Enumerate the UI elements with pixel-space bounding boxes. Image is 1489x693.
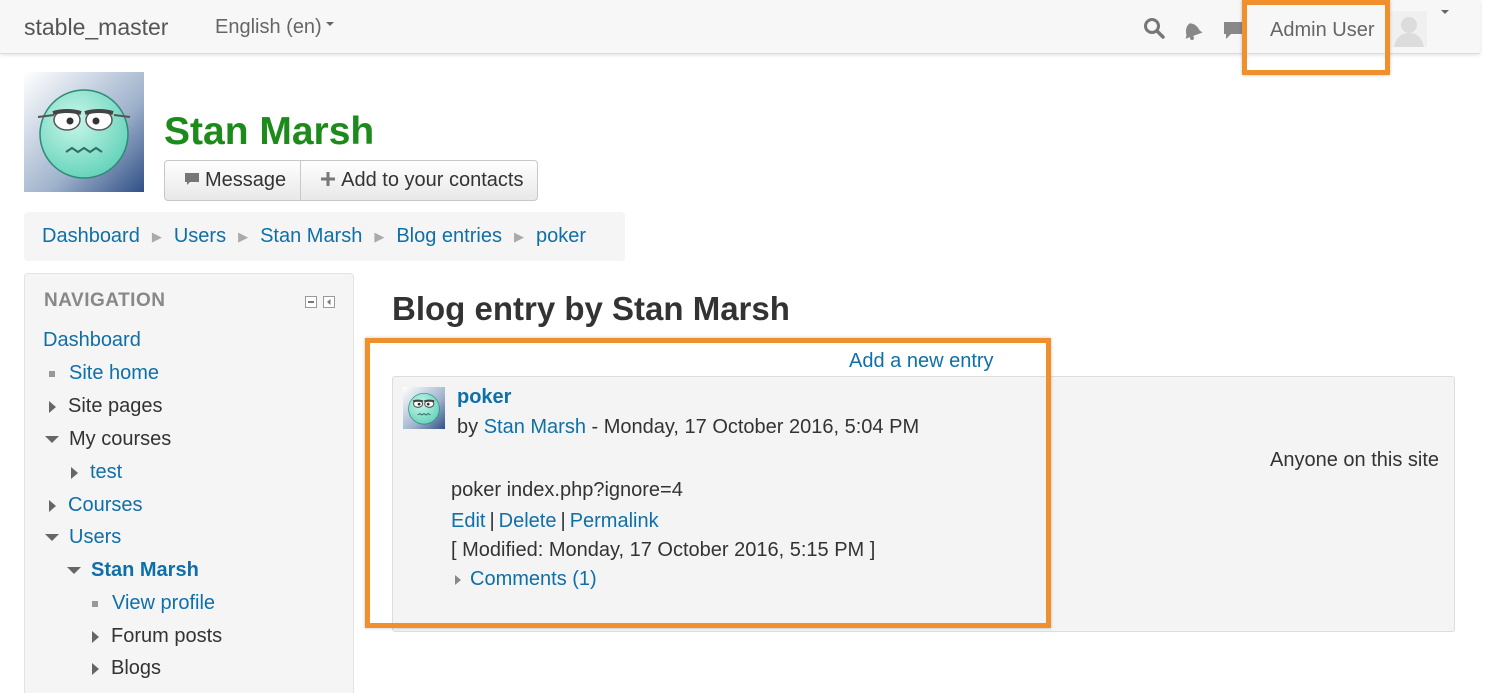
profile-actions: Message Add to your contacts	[164, 160, 539, 201]
dock-icon[interactable]	[323, 296, 335, 308]
entry-audience: Anyone on this site	[1270, 449, 1439, 471]
nav-item-users[interactable]: Users	[45, 526, 121, 549]
nav-item-label[interactable]: Dashboard	[43, 329, 141, 352]
expand-arrow-icon[interactable]	[49, 499, 56, 512]
breadcrumb-stan-marsh[interactable]: Stan Marsh	[260, 225, 362, 248]
nav-item-site-home[interactable]: Site home	[49, 362, 159, 385]
nav-item-label[interactable]: Stan Marsh	[91, 559, 199, 582]
breadcrumb-poker[interactable]: poker	[536, 225, 586, 248]
nav-item-label: Site pages	[68, 395, 163, 417]
nav-item-label: Forum posts	[111, 625, 223, 647]
profile-picture	[24, 72, 144, 192]
nav-item-courses[interactable]: Courses	[49, 494, 142, 517]
breadcrumb-users[interactable]: Users	[174, 225, 226, 248]
language-label: English (en)	[215, 16, 322, 38]
user-avatar[interactable]	[1391, 11, 1427, 47]
expand-arrow-icon[interactable]	[92, 630, 99, 643]
message-button-label: Message	[205, 169, 287, 191]
nav-item-label[interactable]: View profile	[112, 592, 215, 615]
add-contact-button[interactable]: Add to your contacts	[300, 161, 537, 200]
nav-item-label[interactable]: test	[90, 461, 122, 484]
nav-item-stan-marsh[interactable]: Stan Marsh	[67, 559, 199, 582]
comment-icon	[185, 171, 199, 191]
profile-name: Stan Marsh	[164, 110, 375, 153]
expand-arrow-icon[interactable]	[71, 466, 78, 479]
nav-item-test[interactable]: test	[71, 461, 122, 484]
nav-item-forum-posts[interactable]: Forum posts	[92, 625, 222, 648]
site-brand[interactable]: stable_master	[24, 14, 168, 41]
expand-arrow-icon[interactable]	[49, 400, 56, 413]
navigation-block-title: NAVIGATION	[44, 290, 166, 311]
collapse-icon[interactable]	[305, 296, 317, 308]
collapse-arrow-icon[interactable]	[67, 567, 81, 574]
highlight-box-user	[1242, 0, 1390, 75]
navigation-block: NAVIGATION Dashboard Site home Site page…	[24, 273, 354, 693]
breadcrumb-blog-entries[interactable]: Blog entries	[396, 225, 502, 248]
nav-item-label[interactable]: Users	[69, 526, 121, 549]
breadcrumb-separator-icon: ▶	[151, 228, 162, 244]
bullet-icon	[49, 370, 55, 377]
nav-item-label: My courses	[69, 428, 172, 450]
plus-icon	[321, 171, 336, 191]
collapse-arrow-icon[interactable]	[45, 534, 59, 541]
highlight-box-entry	[365, 338, 1051, 628]
language-menu[interactable]: English (en)	[215, 16, 334, 39]
nav-item-view-profile[interactable]: View profile	[92, 592, 215, 615]
nav-item-dashboard[interactable]: Dashboard	[43, 329, 141, 352]
page-heading: Blog entry by Stan Marsh	[392, 290, 790, 327]
nav-item-label: Blogs	[111, 657, 162, 679]
bell-icon[interactable]	[1181, 19, 1203, 47]
nav-item-my-courses[interactable]: My courses	[45, 428, 171, 451]
collapse-arrow-icon[interactable]	[45, 436, 59, 443]
add-contact-button-label: Add to your contacts	[341, 169, 524, 191]
nav-item-blogs[interactable]: Blogs	[92, 657, 161, 680]
breadcrumb-separator-icon: ▶	[374, 228, 385, 244]
expand-arrow-icon[interactable]	[92, 662, 99, 675]
nav-item-site-pages[interactable]: Site pages	[49, 395, 163, 418]
breadcrumb: Dashboard ▶ Users ▶ Stan Marsh ▶ Blog en…	[24, 212, 625, 261]
breadcrumb-separator-icon: ▶	[513, 228, 524, 244]
bullet-icon	[92, 600, 98, 607]
chevron-down-icon	[325, 21, 334, 26]
breadcrumb-dashboard[interactable]: Dashboard	[42, 225, 140, 248]
search-icon[interactable]	[1143, 17, 1165, 45]
nav-item-label[interactable]: Courses	[68, 494, 142, 517]
message-button[interactable]: Message	[165, 161, 300, 200]
user-menu-caret-icon[interactable]	[1441, 10, 1449, 14]
nav-item-label[interactable]: Site home	[69, 362, 159, 385]
breadcrumb-separator-icon: ▶	[238, 228, 249, 244]
